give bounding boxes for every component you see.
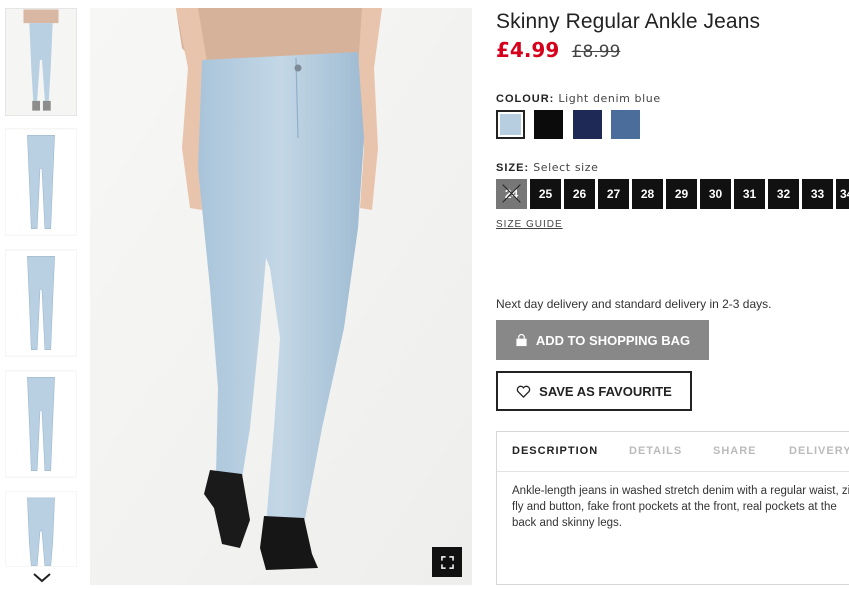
colour-value: Light denim blue xyxy=(558,92,661,105)
add-to-bag-label: ADD TO SHOPPING BAG xyxy=(535,332,691,348)
size-option-25[interactable]: 25 xyxy=(530,179,561,209)
size-option-32[interactable]: 32 xyxy=(768,179,799,209)
size-guide-link[interactable]: SIZE GUIDE xyxy=(496,219,563,230)
tab-description[interactable]: DESCRIPTION xyxy=(512,445,598,457)
size-label-text: SIZE: xyxy=(496,162,530,174)
size-value: Select size xyxy=(533,161,599,174)
tab-bar: DESCRIPTION DETAILS SHARE DELIVERY xyxy=(497,432,849,472)
swatch-black[interactable] xyxy=(534,110,564,139)
thumbnail-image xyxy=(6,492,76,566)
colour-label-text: COLOUR: xyxy=(496,93,555,105)
thumbnail-list xyxy=(0,0,82,589)
size-option-26[interactable]: 26 xyxy=(564,179,595,209)
thumbnail-image xyxy=(6,250,76,356)
size-option-34[interactable]: 34 xyxy=(836,179,849,209)
product-tabs-panel: DESCRIPTION DETAILS SHARE DELIVERY Ankle… xyxy=(496,431,849,585)
thumbnail-5[interactable] xyxy=(5,491,77,567)
swatch-denim-blue[interactable] xyxy=(611,110,641,139)
delivery-info: Next day delivery and standard delivery … xyxy=(496,297,772,311)
save-favourite-button[interactable]: SAVE AS FAVOURITE xyxy=(496,371,692,411)
tab-share[interactable]: SHARE xyxy=(713,445,757,457)
description-text: Ankle-length jeans in washed stretch den… xyxy=(512,485,849,529)
thumbnail-image xyxy=(6,371,76,477)
tab-details[interactable]: DETAILS xyxy=(629,445,682,457)
tab-delivery[interactable]: DELIVERY xyxy=(789,445,849,457)
sale-price: £4.99 xyxy=(496,38,560,62)
size-option-28[interactable]: 28 xyxy=(632,179,663,209)
add-to-bag-button[interactable]: ADD TO SHOPPING BAG xyxy=(496,320,709,360)
expand-icon[interactable] xyxy=(432,547,462,577)
size-option-30[interactable]: 30 xyxy=(700,179,731,209)
size-option-24[interactable]: 24 xyxy=(496,179,527,209)
size-label: SIZE: Select size xyxy=(496,161,599,174)
main-product-image xyxy=(90,8,472,585)
bag-icon xyxy=(515,333,528,347)
original-price: £8.99 xyxy=(571,42,621,62)
swatch-light-denim-blue[interactable] xyxy=(496,110,525,139)
size-option-33[interactable]: 33 xyxy=(802,179,833,209)
colour-swatches xyxy=(496,110,645,140)
thumbnail-2[interactable] xyxy=(5,128,77,236)
thumbnail-image xyxy=(6,129,76,235)
chevron-down-icon[interactable] xyxy=(30,570,54,586)
product-title: Skinny Regular Ankle Jeans xyxy=(496,10,761,33)
thumbnail-3[interactable] xyxy=(5,249,77,357)
thumbnail-4[interactable] xyxy=(5,370,77,478)
size-option-27[interactable]: 27 xyxy=(598,179,629,209)
size-option-29[interactable]: 29 xyxy=(666,179,697,209)
size-option-31[interactable]: 31 xyxy=(734,179,765,209)
save-favourite-label: SAVE AS FAVOURITE xyxy=(539,383,672,399)
heart-icon xyxy=(516,385,531,398)
thumbnail-image xyxy=(6,9,76,115)
thumbnail-1[interactable] xyxy=(5,8,77,116)
swatch-dark-blue[interactable] xyxy=(572,110,602,139)
product-info: Skinny Regular Ankle Jeans £4.99 £8.99 C… xyxy=(496,0,849,589)
colour-label: COLOUR: Light denim blue xyxy=(496,92,661,105)
price-row: £4.99 £8.99 xyxy=(496,38,620,64)
product-photo xyxy=(90,8,472,585)
